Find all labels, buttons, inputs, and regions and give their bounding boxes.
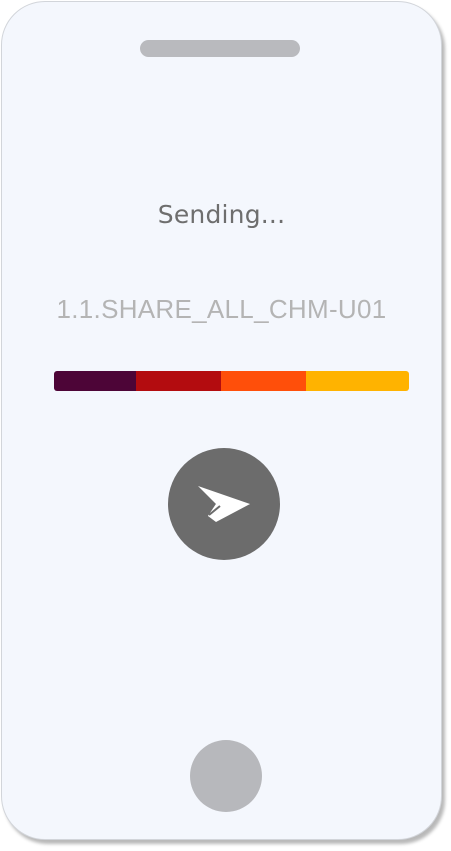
status-text: Sending... bbox=[157, 200, 286, 229]
speaker-slot bbox=[140, 40, 300, 57]
paper-plane-icon bbox=[198, 486, 250, 522]
home-button[interactable] bbox=[190, 740, 262, 812]
phone-frame: Sending... 1.1.SHARE_ALL_CHM-U01 bbox=[1, 1, 442, 840]
send-button[interactable] bbox=[168, 448, 280, 560]
progress-bar bbox=[54, 371, 409, 391]
progress-segment-2 bbox=[135, 371, 221, 391]
progress-segment-3 bbox=[220, 371, 307, 391]
file-name: 1.1.SHARE_ALL_CHM-U01 bbox=[56, 294, 387, 324]
progress-segment-4 bbox=[306, 371, 409, 391]
progress-segment-1 bbox=[54, 371, 136, 391]
